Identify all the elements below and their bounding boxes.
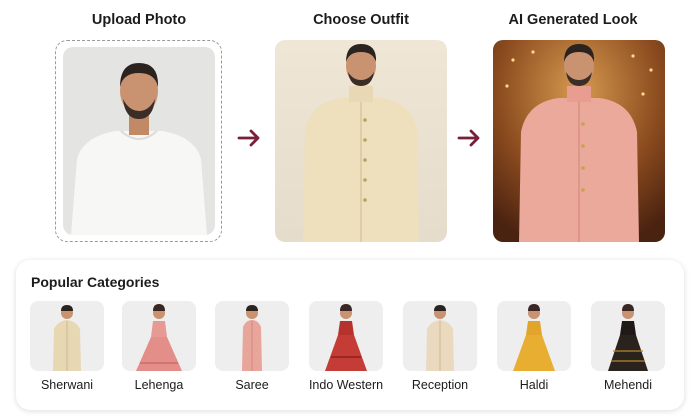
arrow-right-icon <box>457 128 483 148</box>
chosen-outfit-photo[interactable] <box>275 40 447 242</box>
saree-thumbnail[interactable] <box>215 301 289 371</box>
mehendi-thumbnail[interactable] <box>591 301 665 371</box>
category-label-mehendi[interactable]: Mehendi <box>573 378 683 392</box>
reception-thumbnail[interactable] <box>403 301 477 371</box>
sherwani-thumbnail[interactable] <box>30 301 104 371</box>
lehenga-thumbnail[interactable] <box>122 301 196 371</box>
haldi-thumbnail[interactable] <box>497 301 571 371</box>
uploaded-photo <box>63 47 215 235</box>
popular-categories-heading: Popular Categories <box>31 274 160 290</box>
ai-generated-photo <box>493 40 665 242</box>
choose-outfit-title: Choose Outfit <box>313 12 409 28</box>
arrow-right-icon <box>237 128 263 148</box>
indo-western-thumbnail[interactable] <box>309 301 383 371</box>
upload-photo-title: Upload Photo <box>91 12 187 28</box>
ai-generated-look-title: AI Generated Look <box>508 12 638 28</box>
